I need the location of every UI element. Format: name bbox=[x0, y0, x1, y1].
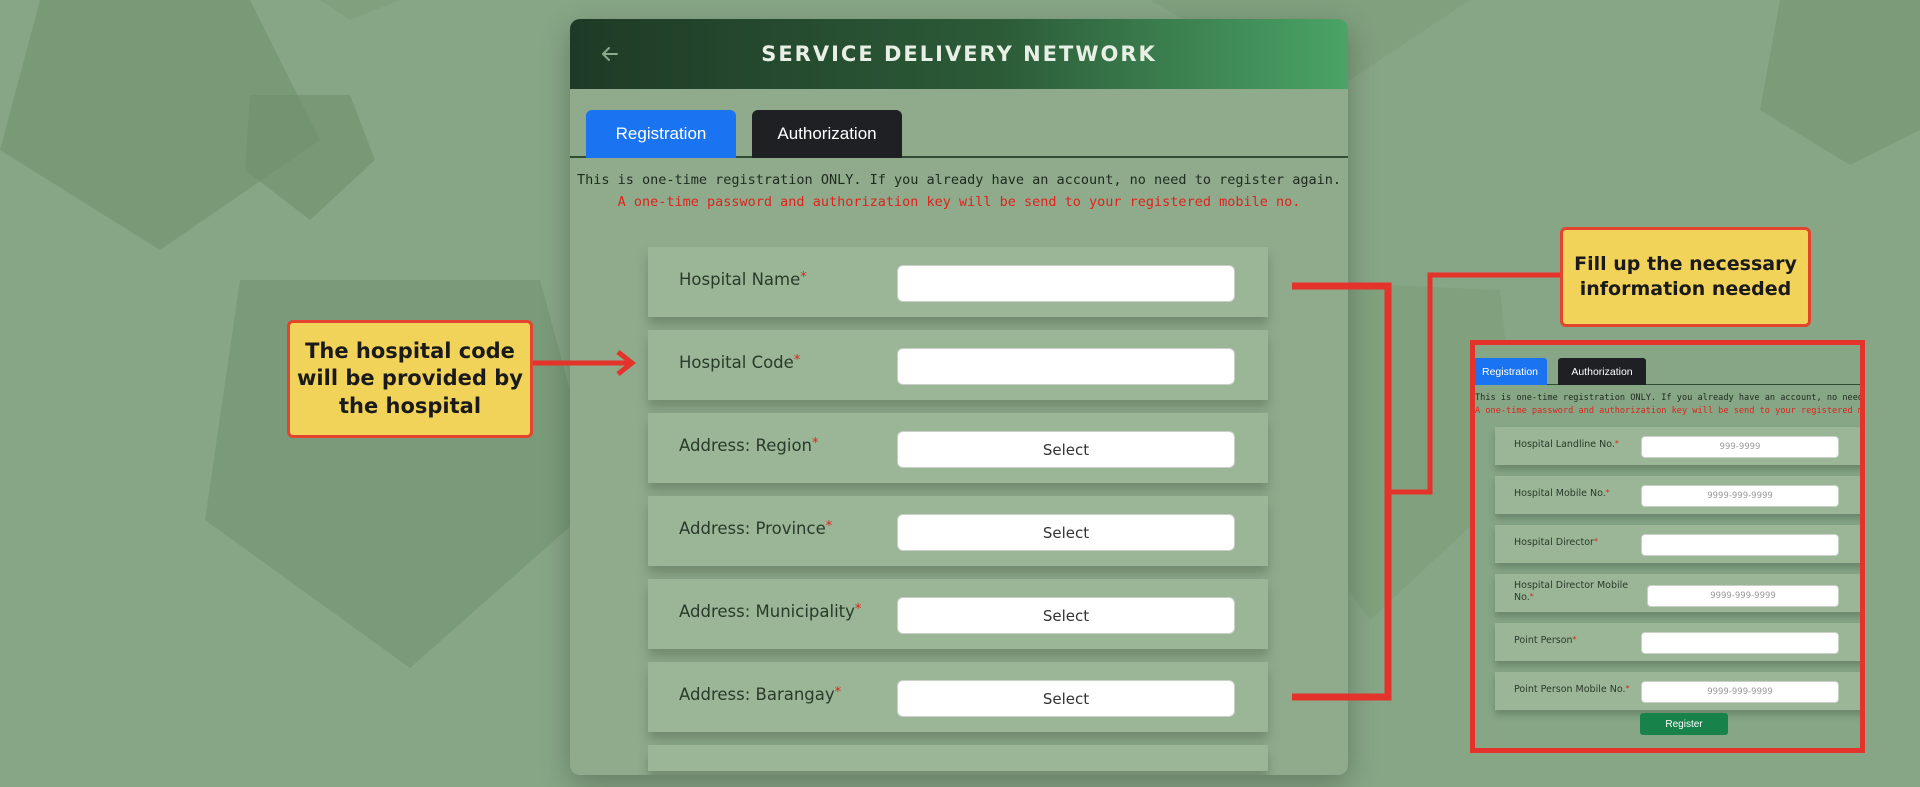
field-label: Address: Barangay* bbox=[679, 685, 842, 704]
hospital-landline-input[interactable]: 999-9999 bbox=[1641, 436, 1839, 458]
panel-header: SERVICE DELIVERY NETWORK bbox=[570, 19, 1348, 89]
field-label: Address: Municipality* bbox=[679, 602, 862, 621]
form-row-partial bbox=[648, 745, 1268, 771]
form-row-point-person-mobile: Point Person Mobile No.* 9999-999-9999 bbox=[1495, 672, 1860, 710]
province-select[interactable]: Select bbox=[897, 514, 1235, 551]
fill-info-callout: Fill up the necessary information needed bbox=[1560, 227, 1811, 327]
form-row-municipality: Address: Municipality* Select bbox=[648, 579, 1268, 649]
inset-notice: This is one-time registration ONLY. If y… bbox=[1475, 385, 1860, 416]
form-row-province: Address: Province* Select bbox=[648, 496, 1268, 566]
field-label: Hospital Name* bbox=[679, 270, 807, 289]
page-title: SERVICE DELIVERY NETWORK bbox=[761, 42, 1157, 66]
form-row-director-mobile: Hospital Director Mobile No.* 9999-999-9… bbox=[1495, 574, 1860, 612]
field-label: Address: Province* bbox=[679, 519, 833, 538]
hospital-code-input[interactable] bbox=[897, 348, 1235, 385]
hospital-mobile-input[interactable]: 9999-999-9999 bbox=[1641, 485, 1839, 507]
tab-authorization[interactable]: Authorization bbox=[752, 110, 902, 158]
point-person-mobile-input[interactable]: 9999-999-9999 bbox=[1641, 681, 1839, 703]
form-row-director: Hospital Director* bbox=[1495, 525, 1860, 563]
field-label: Hospital Mobile No.* bbox=[1514, 488, 1610, 499]
registration-notice: This is one-time registration ONLY. If y… bbox=[570, 158, 1348, 210]
register-button[interactable]: Register bbox=[1640, 713, 1728, 735]
notice-line-1: This is one-time registration ONLY. If y… bbox=[576, 172, 1341, 188]
form-row-hospital-code: Hospital Code* bbox=[648, 330, 1268, 400]
field-label: Hospital Code* bbox=[679, 353, 801, 372]
inset-tab-bar: Registration Authorization bbox=[1475, 345, 1860, 385]
form-row-point-person: Point Person* bbox=[1495, 623, 1860, 661]
hospital-name-input[interactable] bbox=[897, 265, 1235, 302]
field-label: Hospital Director Mobile No.* bbox=[1514, 580, 1629, 604]
arrow-left-icon bbox=[602, 47, 618, 61]
inset-tab-authorization[interactable]: Authorization bbox=[1558, 358, 1646, 385]
tab-bar: Registration Authorization bbox=[570, 89, 1348, 158]
form-row-hospital-name: Hospital Name* bbox=[648, 247, 1268, 317]
point-person-input[interactable] bbox=[1641, 632, 1839, 654]
inset-form: Hospital Landline No.* 999-9999 Hospital… bbox=[1495, 427, 1860, 721]
form-row-barangay: Address: Barangay* Select bbox=[648, 662, 1268, 732]
notice-line-2: A one-time password and authorization ke… bbox=[617, 194, 1301, 210]
field-label: Point Person Mobile No.* bbox=[1514, 684, 1630, 695]
field-label: Hospital Landline No.* bbox=[1514, 439, 1619, 450]
form-row-mobile: Hospital Mobile No.* 9999-999-9999 bbox=[1495, 476, 1860, 514]
barangay-select[interactable]: Select bbox=[897, 680, 1235, 717]
form-row-region: Address: Region* Select bbox=[648, 413, 1268, 483]
tab-registration[interactable]: Registration bbox=[586, 110, 736, 158]
registration-panel: SERVICE DELIVERY NETWORK Registration Au… bbox=[570, 19, 1348, 775]
director-mobile-input[interactable]: 9999-999-9999 bbox=[1647, 585, 1839, 607]
field-label: Address: Region* bbox=[679, 436, 819, 455]
region-select[interactable]: Select bbox=[897, 431, 1235, 468]
form-row-landline: Hospital Landline No.* 999-9999 bbox=[1495, 427, 1860, 465]
hospital-code-callout: The hospital code will be provided by th… bbox=[287, 320, 533, 438]
inset-notice-line-2: A one-time password and authorization ke… bbox=[1475, 406, 1864, 416]
back-button[interactable] bbox=[598, 42, 622, 66]
inset-tab-registration[interactable]: Registration bbox=[1475, 358, 1547, 385]
municipality-select[interactable]: Select bbox=[897, 597, 1235, 634]
hospital-director-input[interactable] bbox=[1641, 534, 1839, 556]
registration-form: Hospital Name* Hospital Code* Address: R… bbox=[648, 247, 1268, 775]
field-label: Point Person* bbox=[1514, 635, 1577, 646]
field-label: Hospital Director* bbox=[1514, 537, 1598, 548]
inset-form-preview: Registration Authorization This is one-t… bbox=[1470, 340, 1865, 753]
inset-notice-line-1: This is one-time registration ONLY. If y… bbox=[1475, 393, 1864, 403]
